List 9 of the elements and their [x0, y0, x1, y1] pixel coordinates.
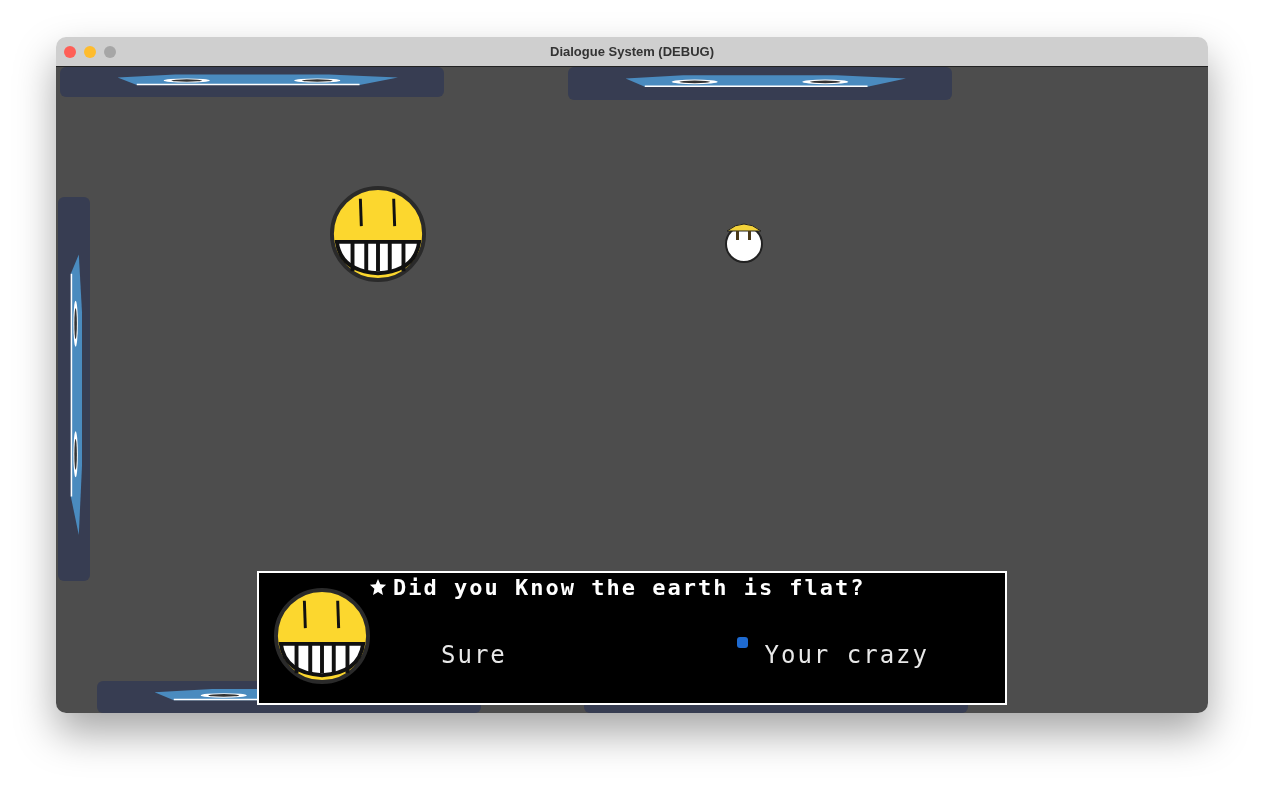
dialogue-option[interactable]: Your crazy — [764, 641, 929, 669]
close-button[interactable] — [64, 45, 76, 58]
star-icon — [369, 578, 387, 596]
window-title: Dialogue System (DEBUG) — [550, 44, 714, 59]
selection-cursor-icon — [737, 637, 748, 648]
zoom-button[interactable] — [104, 45, 116, 58]
dialogue-text: Did you Know the earth is flat? — [393, 574, 866, 600]
dialogue-option[interactable]: Sure — [441, 641, 507, 669]
minimize-button[interactable] — [84, 45, 96, 58]
